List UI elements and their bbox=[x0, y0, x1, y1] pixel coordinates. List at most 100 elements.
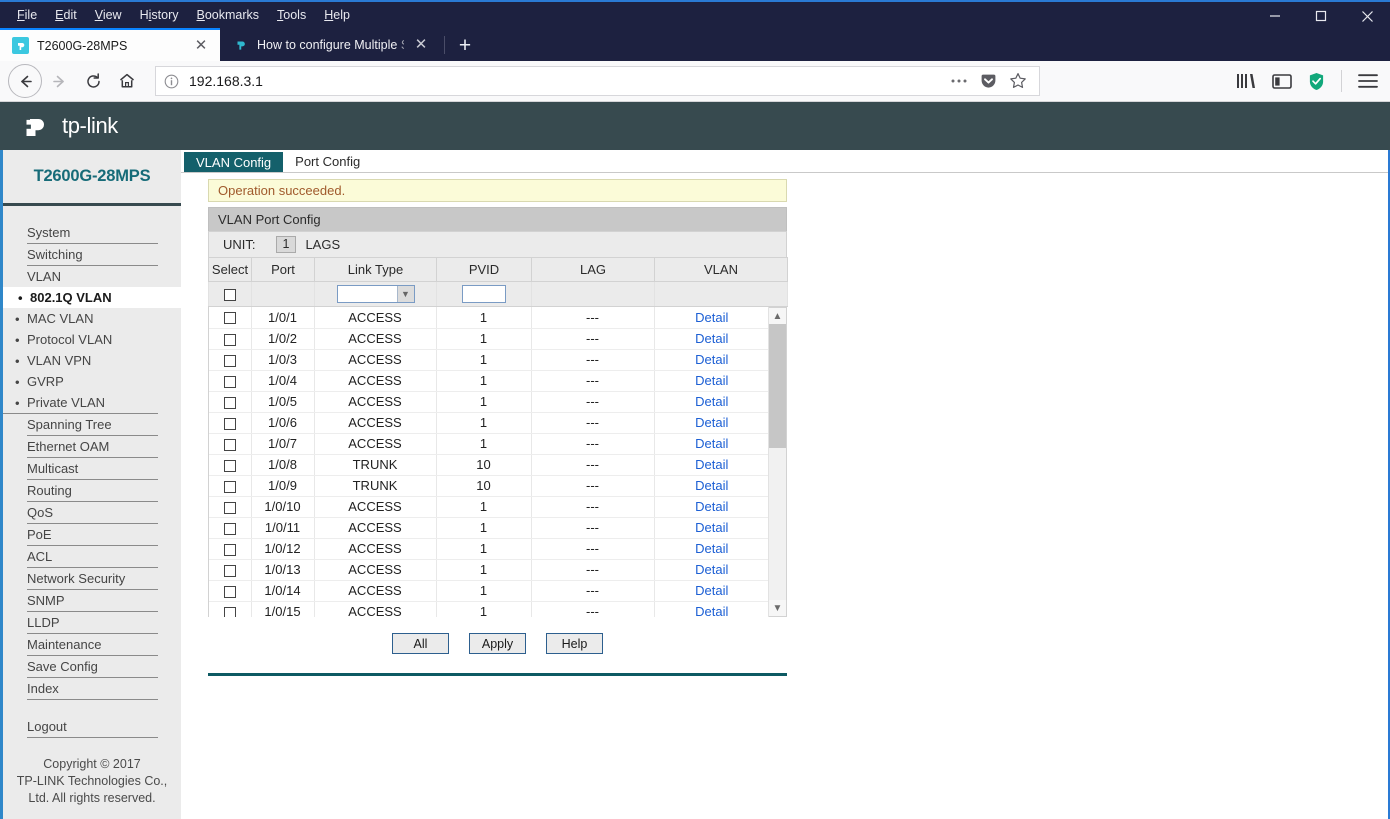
pocket-icon[interactable] bbox=[980, 73, 997, 90]
sidebar-item-logout[interactable]: Logout bbox=[27, 716, 158, 738]
sidebar-item-lldp[interactable]: LLDP bbox=[27, 612, 158, 634]
help-button[interactable]: Help bbox=[546, 633, 603, 654]
url-text[interactable]: 192.168.3.1 bbox=[189, 73, 940, 89]
detail-link[interactable]: Detail bbox=[695, 604, 728, 617]
maximize-button[interactable] bbox=[1298, 2, 1344, 30]
new-tab-button[interactable]: + bbox=[449, 31, 481, 61]
row-checkbox[interactable] bbox=[223, 543, 236, 556]
row-checkbox[interactable] bbox=[223, 480, 236, 493]
row-checkbox[interactable] bbox=[223, 606, 236, 617]
sidebar-item-gvrp[interactable]: • GVRP bbox=[3, 371, 181, 392]
detail-link[interactable]: Detail bbox=[695, 499, 728, 514]
row-checkbox[interactable] bbox=[223, 501, 236, 514]
bookmark-star-icon[interactable] bbox=[1009, 72, 1027, 90]
close-button[interactable] bbox=[1344, 2, 1390, 30]
table-row[interactable]: 1/0/11 ACCESS 1 --- Detail bbox=[209, 517, 768, 539]
row-checkbox[interactable] bbox=[223, 459, 236, 472]
row-checkbox[interactable] bbox=[223, 522, 236, 535]
sidebar-item-system[interactable]: System bbox=[27, 222, 158, 244]
row-checkbox[interactable] bbox=[223, 354, 236, 367]
detail-link[interactable]: Detail bbox=[695, 583, 728, 598]
more-icon[interactable] bbox=[950, 78, 968, 84]
menu-edit[interactable]: Edit bbox=[46, 4, 86, 26]
all-button[interactable]: All bbox=[392, 633, 449, 654]
browser-tab-0-close-icon[interactable]: ✕ bbox=[192, 37, 210, 55]
table-row[interactable]: 1/0/14 ACCESS 1 --- Detail bbox=[209, 580, 768, 602]
sidebar-item-qos[interactable]: QoS bbox=[27, 502, 158, 524]
row-checkbox[interactable] bbox=[223, 585, 236, 598]
sidebar-item-switching[interactable]: Switching bbox=[27, 244, 158, 266]
row-checkbox[interactable] bbox=[223, 333, 236, 346]
scrollbar-track[interactable] bbox=[769, 324, 786, 600]
shield-icon[interactable] bbox=[1308, 72, 1325, 91]
minimize-button[interactable] bbox=[1252, 2, 1298, 30]
table-row[interactable]: 1/0/13 ACCESS 1 --- Detail bbox=[209, 559, 768, 581]
table-row[interactable]: 1/0/10 ACCESS 1 --- Detail bbox=[209, 496, 768, 518]
row-checkbox[interactable] bbox=[223, 312, 236, 325]
link-type-select[interactable]: ▼ bbox=[336, 285, 415, 303]
sidebar-item-vlan-vpn[interactable]: • VLAN VPN bbox=[3, 350, 181, 371]
table-row[interactable]: 1/0/6 ACCESS 1 --- Detail bbox=[209, 412, 768, 434]
sidebar-item-private-vlan[interactable]: • Private VLAN bbox=[3, 392, 158, 414]
sidebar-item-network-security[interactable]: Network Security bbox=[27, 568, 158, 590]
table-row[interactable]: 1/0/9 TRUNK 10 --- Detail bbox=[209, 475, 768, 497]
sidebar-item-spanning-tree[interactable]: Spanning Tree bbox=[27, 414, 158, 436]
browser-tab-1-close-icon[interactable]: ✕ bbox=[412, 36, 430, 54]
sidebar-item-vlan[interactable]: VLAN bbox=[27, 266, 158, 287]
select-all-checkbox[interactable] bbox=[224, 289, 236, 302]
detail-link[interactable]: Detail bbox=[695, 457, 728, 472]
menu-view[interactable]: View bbox=[86, 4, 131, 26]
menu-file[interactable]: File bbox=[8, 4, 46, 26]
row-checkbox[interactable] bbox=[223, 417, 236, 430]
detail-link[interactable]: Detail bbox=[695, 541, 728, 556]
detail-link[interactable]: Detail bbox=[695, 394, 728, 409]
scrollbar-thumb[interactable] bbox=[769, 324, 786, 449]
detail-link[interactable]: Detail bbox=[695, 310, 728, 325]
scroll-up-icon[interactable]: ▲ bbox=[769, 308, 786, 324]
menu-tools[interactable]: Tools bbox=[268, 4, 315, 26]
browser-tab-0[interactable]: T2600G-28MPS ✕ bbox=[0, 28, 220, 61]
menu-help[interactable]: Help bbox=[315, 4, 359, 26]
table-row[interactable]: 1/0/4 ACCESS 1 --- Detail bbox=[209, 370, 768, 392]
sidebar-item-save-config[interactable]: Save Config bbox=[27, 656, 158, 678]
sidebar-item-ethernet-oam[interactable]: Ethernet OAM bbox=[27, 436, 158, 458]
home-button[interactable] bbox=[110, 64, 144, 98]
row-checkbox[interactable] bbox=[223, 564, 236, 577]
detail-link[interactable]: Detail bbox=[695, 436, 728, 451]
detail-link[interactable]: Detail bbox=[695, 520, 728, 535]
detail-link[interactable]: Detail bbox=[695, 562, 728, 577]
row-checkbox[interactable] bbox=[223, 396, 236, 409]
lags-label[interactable]: LAGS bbox=[305, 237, 340, 252]
table-row[interactable]: 1/0/8 TRUNK 10 --- Detail bbox=[209, 454, 768, 476]
detail-link[interactable]: Detail bbox=[695, 373, 728, 388]
back-button[interactable] bbox=[8, 64, 42, 98]
browser-tab-1[interactable]: How to configure Multiple SSID ✕ bbox=[220, 28, 440, 61]
table-row[interactable]: 1/0/2 ACCESS 1 --- Detail bbox=[209, 328, 768, 350]
reload-button[interactable] bbox=[76, 64, 110, 98]
info-icon[interactable] bbox=[164, 74, 179, 89]
table-row[interactable]: 1/0/7 ACCESS 1 --- Detail bbox=[209, 433, 768, 455]
tab-vlan-config[interactable]: VLAN Config bbox=[184, 152, 284, 172]
scroll-down-icon[interactable]: ▼ bbox=[769, 600, 786, 616]
sidebar-item-protocol-vlan[interactable]: • Protocol VLAN bbox=[3, 329, 181, 350]
library-icon[interactable] bbox=[1236, 72, 1256, 90]
sidebar-item-mac-vlan[interactable]: • MAC VLAN bbox=[3, 308, 181, 329]
menu-bookmarks[interactable]: Bookmarks bbox=[188, 4, 269, 26]
row-checkbox[interactable] bbox=[223, 438, 236, 451]
menu-history[interactable]: History bbox=[131, 4, 188, 26]
sidebar-item-acl[interactable]: ACL bbox=[27, 546, 158, 568]
table-row[interactable]: 1/0/1 ACCESS 1 --- Detail bbox=[209, 307, 768, 329]
table-row[interactable]: 1/0/5 ACCESS 1 --- Detail bbox=[209, 391, 768, 413]
detail-link[interactable]: Detail bbox=[695, 331, 728, 346]
table-row[interactable]: 1/0/15 ACCESS 1 --- Detail bbox=[209, 601, 768, 617]
apply-button[interactable]: Apply bbox=[469, 633, 526, 654]
table-vertical-scrollbar[interactable]: ▲ ▼ bbox=[769, 307, 787, 617]
tab-port-config[interactable]: Port Config bbox=[283, 151, 373, 172]
sidebar-item-index[interactable]: Index bbox=[27, 678, 158, 700]
table-row[interactable]: 1/0/3 ACCESS 1 --- Detail bbox=[209, 349, 768, 371]
unit-selector[interactable]: 1 bbox=[275, 236, 297, 253]
detail-link[interactable]: Detail bbox=[695, 415, 728, 430]
address-bar[interactable]: 192.168.3.1 bbox=[155, 66, 1040, 96]
sidebar-icon[interactable] bbox=[1272, 73, 1292, 90]
row-checkbox[interactable] bbox=[223, 375, 236, 388]
